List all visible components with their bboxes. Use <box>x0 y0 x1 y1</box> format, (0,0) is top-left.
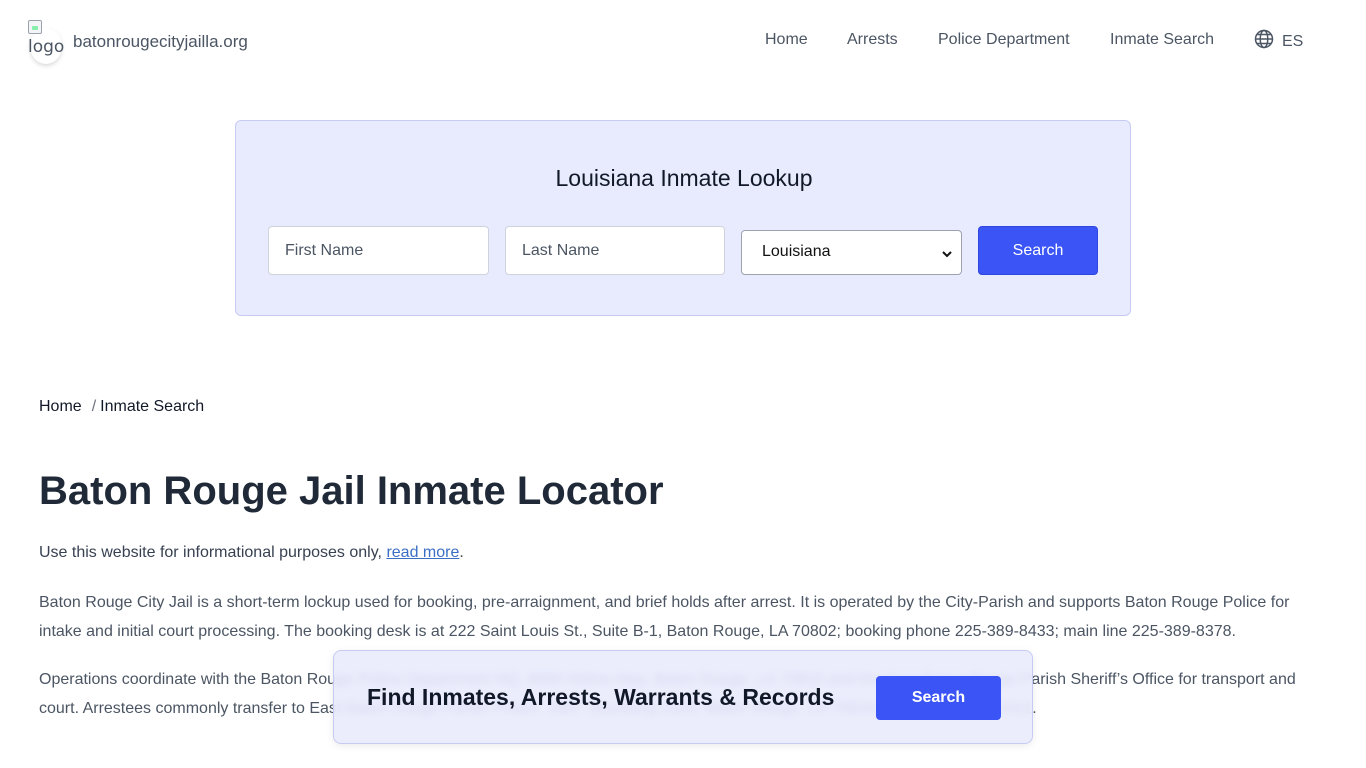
site-header: logo batonrougecityjailla.org Home Arres… <box>0 0 1366 82</box>
breadcrumb-current: Inmate Search <box>100 398 205 415</box>
language-switcher[interactable]: ES <box>1254 29 1303 54</box>
state-select[interactable]: Louisiana <box>741 230 962 275</box>
breadcrumb-home[interactable]: Home <box>39 398 82 415</box>
cta-search-button[interactable]: Search <box>876 676 1001 720</box>
chevron-down-icon <box>941 247 953 265</box>
page-title: Baton Rouge Jail Inmate Locator <box>39 469 664 513</box>
globe-icon <box>1254 29 1274 54</box>
breadcrumb: Home / Inmate Search <box>39 398 204 416</box>
nav-inmate-search[interactable]: Inmate Search <box>1110 31 1214 49</box>
first-name-input[interactable] <box>268 226 489 275</box>
cta-text: Find Inmates, Arrests, Warrants & Record… <box>367 684 835 710</box>
intro-paragraph: Baton Rouge City Jail is a short-term lo… <box>39 594 1290 640</box>
floating-cta-banner: Find Inmates, Arrests, Warrants & Record… <box>333 650 1033 744</box>
disclaimer-note: Use this website for informational purpo… <box>39 544 464 562</box>
lookup-title: Louisiana Inmate Lookup <box>555 165 813 191</box>
note-text: Use this website for informational purpo… <box>39 544 382 561</box>
state-select-value: Louisiana <box>762 243 831 260</box>
language-label: ES <box>1282 32 1304 50</box>
breadcrumb-separator: / <box>91 398 97 415</box>
nav-police-department[interactable]: Police Department <box>938 31 1070 49</box>
main-nav: Home Arrests Police Department Inmate Se… <box>0 29 1366 54</box>
nav-home[interactable]: Home <box>765 31 808 49</box>
search-button[interactable]: Search <box>978 226 1098 275</box>
last-name-input[interactable] <box>505 226 725 275</box>
nav-arrests[interactable]: Arrests <box>847 31 898 49</box>
read-more-link[interactable]: read more <box>386 544 459 561</box>
note-suffix: . <box>459 544 464 561</box>
inmate-lookup-panel: Louisiana Inmate Lookup Louisiana Search <box>235 120 1131 316</box>
